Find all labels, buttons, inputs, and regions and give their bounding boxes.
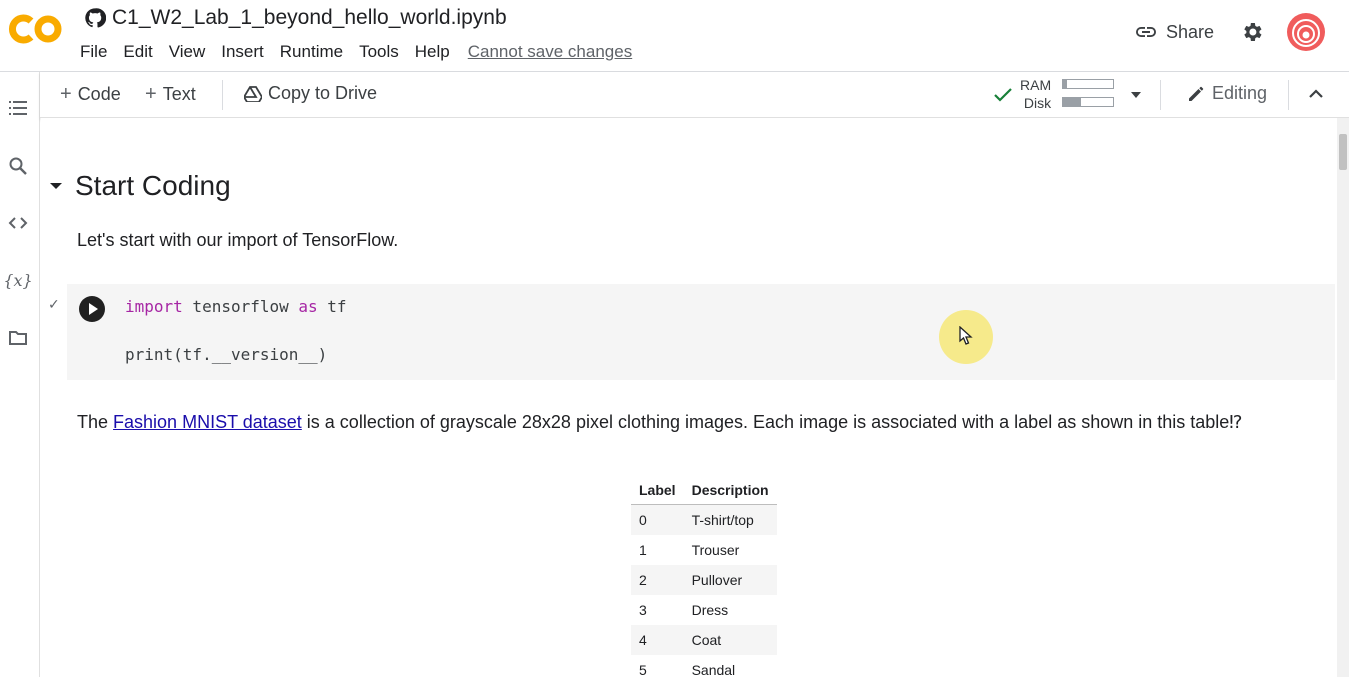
table-row: 3 Dress xyxy=(631,595,777,625)
mouse-pointer-icon xyxy=(959,326,973,345)
table-cell: Pullover xyxy=(683,564,777,595)
editing-label: Editing xyxy=(1212,83,1268,103)
fashion-mnist-link[interactable]: Fashion MNIST dataset xyxy=(113,412,302,432)
plus-icon: + xyxy=(145,83,157,105)
section-heading: Start Coding xyxy=(49,170,231,202)
toolbar-divider xyxy=(1160,80,1161,110)
add-code-button[interactable]: + Code xyxy=(60,83,121,106)
table-header-description: Description xyxy=(683,476,777,505)
toolbar-divider xyxy=(222,80,223,110)
intro-text: Let's start with our import of TensorFlo… xyxy=(77,230,399,250)
share-label: Share xyxy=(1166,21,1215,42)
toolbar-divider xyxy=(1288,80,1289,110)
code-line-2[interactable]: print(tf.__version__) xyxy=(125,345,327,364)
code-snippets-icon[interactable] xyxy=(6,211,30,235)
scrollbar-thumb[interactable] xyxy=(1339,134,1347,170)
table-cell: 0 xyxy=(631,504,684,535)
cell-executed-check-icon: ✓ xyxy=(48,296,60,312)
menu-tools[interactable]: Tools xyxy=(359,42,407,62)
table-row: 1 Trouser xyxy=(631,535,777,565)
notebook-toolbar: + Code + Text Copy to Drive RAM Disk Edi… xyxy=(40,72,1349,118)
menu-edit[interactable]: Edit xyxy=(123,42,160,62)
code-cell[interactable]: import tensorflow as tf print(tf.__versi… xyxy=(67,284,1335,380)
runtime-dropdown-icon[interactable] xyxy=(1130,91,1142,99)
editing-mode-button[interactable]: Editing xyxy=(1186,83,1267,104)
menu-view[interactable]: View xyxy=(169,42,214,62)
table-cell: 3 xyxy=(639,601,647,618)
files-icon[interactable] xyxy=(6,326,30,350)
label-table: Label Description 0 T-shirt/top 1 Trouser … xyxy=(631,476,777,677)
table-cell: Coat xyxy=(683,624,777,655)
menu-help[interactable]: Help xyxy=(415,42,458,62)
table-cell: 2 xyxy=(631,564,684,595)
user-avatar[interactable] xyxy=(1286,12,1326,52)
left-sidebar: {x} xyxy=(0,72,40,677)
collapse-caret-icon[interactable] xyxy=(49,181,63,191)
table-row: 2 Pullover xyxy=(631,564,777,595)
ram-usage-fill xyxy=(1063,80,1067,88)
connected-check-icon xyxy=(994,88,1012,102)
share-button[interactable]: Share xyxy=(1134,20,1214,44)
table-row: 0 T-shirt/top xyxy=(631,504,777,535)
colab-logo[interactable] xyxy=(8,12,64,46)
disk-usage-bar[interactable] xyxy=(1062,97,1114,107)
table-cell: Trouser xyxy=(691,541,740,558)
variables-icon[interactable]: {x} xyxy=(3,268,32,292)
table-cell: 4 xyxy=(631,624,684,655)
disk-label: Disk xyxy=(1023,95,1052,111)
notebook-title-row: C1_W2_Lab_1_beyond_hello_world.ipynb xyxy=(84,6,507,30)
table-row: 4 Coat xyxy=(631,624,777,655)
code-line-1[interactable]: import tensorflow as tf xyxy=(125,297,347,316)
pencil-icon xyxy=(1189,86,1204,101)
gear-icon[interactable] xyxy=(1240,20,1264,44)
table-cell: Dress xyxy=(691,601,729,618)
add-code-label: Code xyxy=(77,84,121,104)
plus-icon: + xyxy=(60,83,72,105)
search-icon[interactable] xyxy=(6,154,30,178)
header: C1_W2_Lab_1_beyond_hello_world.ipynb Fil… xyxy=(0,0,1349,72)
table-cell: Sandal xyxy=(691,661,736,677)
notebook-content: Start Coding Let's start with our import… xyxy=(41,118,1337,677)
table-row: 5 Sandal xyxy=(631,655,777,677)
table-cell: 1 xyxy=(639,541,647,558)
chevron-up-icon[interactable] xyxy=(1308,88,1324,100)
resource-labels: RAM Disk xyxy=(1020,76,1051,112)
notebook-title[interactable]: C1_W2_Lab_1_beyond_hello_world.ipynb xyxy=(112,6,507,30)
vertical-scrollbar[interactable] xyxy=(1337,118,1349,677)
copy-to-drive-label: Copy to Drive xyxy=(268,83,378,103)
mouse-cursor-highlight xyxy=(939,310,993,364)
ram-usage-bar[interactable] xyxy=(1062,79,1114,89)
menu-file[interactable]: File xyxy=(80,42,115,62)
disk-usage-fill xyxy=(1063,98,1081,106)
drive-icon xyxy=(244,85,262,102)
menu-runtime[interactable]: Runtime xyxy=(280,42,351,62)
run-cell-button[interactable] xyxy=(79,296,105,322)
menu-insert[interactable]: Insert xyxy=(221,42,272,62)
section-title: Start Coding xyxy=(75,170,231,201)
dataset-description: The Fashion MNIST dataset is a collectio… xyxy=(77,412,1243,432)
github-icon xyxy=(85,8,106,28)
add-text-label: Text xyxy=(162,84,196,104)
link-icon xyxy=(1136,27,1156,37)
menu-bar: File Edit View Insert Runtime Tools Help… xyxy=(80,42,648,62)
ram-label: RAM xyxy=(1020,77,1052,93)
cannot-save-link[interactable]: Cannot save changes xyxy=(468,42,640,62)
table-cell: 5 xyxy=(639,661,647,677)
table-header-label: Label xyxy=(631,476,684,505)
copy-to-drive-button[interactable]: Copy to Drive xyxy=(244,83,377,104)
table-cell: T-shirt/top xyxy=(683,504,777,535)
table-of-contents-icon[interactable] xyxy=(6,96,30,120)
add-text-button[interactable]: + Text xyxy=(145,83,196,106)
